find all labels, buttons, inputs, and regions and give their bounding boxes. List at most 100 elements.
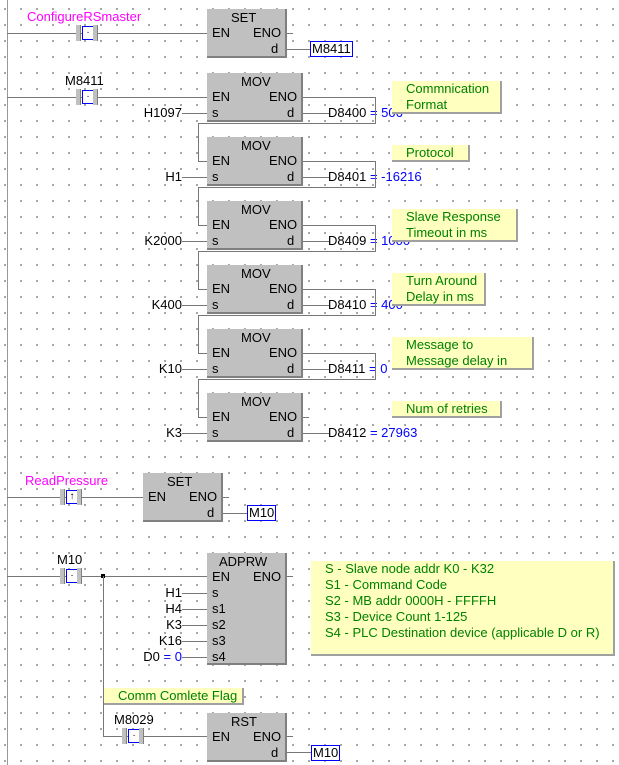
no-contact[interactable]: · — [76, 89, 98, 105]
comment-line: S2 - MB addr 0000H - FFFFH — [325, 593, 497, 608]
source-operand[interactable]: K10 — [159, 362, 182, 376]
mov-block[interactable]: MOV EN ENO s d — [207, 393, 303, 442]
rising-edge-contact[interactable]: ↑ — [60, 489, 82, 505]
set-block[interactable]: SET EN ENO d — [207, 9, 287, 58]
input-operand[interactable]: K16 — [159, 634, 182, 648]
pin-en: EN — [212, 345, 231, 360]
adprw-comment: S - Slave node addr K0 - K32 S1 - Comman… — [311, 561, 615, 656]
source-operand[interactable]: K400 — [152, 298, 182, 312]
instr-name: MOV — [241, 266, 271, 281]
pin-label: s1 — [212, 601, 226, 616]
adprw-block[interactable]: ADPRW EN ENO s s1 s2 s3 s4 — [207, 553, 287, 665]
comment-line: Turn Around — [406, 273, 478, 288]
pin-en: EN — [212, 153, 231, 168]
pin-en: EN — [212, 409, 231, 424]
instr-name: MOV — [241, 330, 271, 345]
pin-label: s4 — [212, 649, 226, 664]
rung-comment: Num of retries — [392, 401, 502, 418]
pin-eno: ENO — [269, 153, 298, 168]
instr-name: MOV — [241, 138, 271, 153]
pin-d: d — [271, 41, 279, 56]
comment-line: S1 - Command Code — [325, 577, 448, 592]
pin-s: s — [212, 169, 219, 184]
dest-operand[interactable]: D8411 = 0 — [328, 362, 387, 376]
comment-line: Timeout in ms — [406, 225, 488, 240]
rung-comment: Protocol — [392, 145, 470, 162]
no-contact[interactable]: · — [60, 568, 82, 584]
input-operand[interactable]: H4 — [165, 602, 182, 616]
monitor-value: 27963 — [381, 425, 418, 440]
pin-en: EN — [212, 569, 231, 584]
comment-line: Message to — [406, 337, 474, 352]
pin-eno: ENO — [269, 217, 298, 232]
pin-en: EN — [212, 281, 231, 296]
comment-line: Format — [406, 97, 448, 112]
instr-name: RST — [231, 714, 257, 729]
pin-s: s — [212, 361, 219, 376]
pin-d: d — [271, 745, 279, 760]
comment-line: Commnication — [406, 81, 490, 96]
left-power-rail — [7, 0, 8, 765]
pin-eno: ENO — [269, 409, 298, 424]
pin-d: d — [287, 361, 295, 376]
comment-line: Num of retries — [406, 401, 488, 416]
input-operand[interactable]: H1 — [165, 586, 182, 600]
pin-s: s — [212, 233, 219, 248]
mov-block[interactable]: MOV EN ENO s d — [207, 329, 303, 378]
comment-line: Slave Response — [406, 209, 501, 224]
instr-name: MOV — [241, 74, 271, 89]
comment-line: S3 - Device Count 1-125 — [325, 609, 468, 624]
pin-s: s — [212, 425, 219, 440]
wire — [7, 33, 207, 34]
rung-comment: Message to Message delay in — [392, 337, 534, 370]
no-contact[interactable]: · — [76, 25, 98, 41]
rung-comment: Turn Around Delay in ms — [392, 273, 486, 306]
mov-block[interactable]: MOV EN ENO s d — [207, 265, 303, 314]
mov-block[interactable]: MOV EN ENO s d — [207, 137, 303, 186]
contact-label: M8029 — [114, 712, 154, 727]
pin-eno: ENO — [253, 569, 282, 584]
instr-name: SET — [167, 474, 193, 489]
set-block[interactable]: SET EN ENO d — [143, 473, 223, 522]
dest-operand[interactable]: D8412 = 27963 — [328, 426, 417, 440]
comment-line: S4 - PLC Destination device (applicable … — [325, 625, 600, 640]
rst-block[interactable]: RST EN ENO d — [207, 713, 287, 762]
instr-name: MOV — [241, 394, 271, 409]
pin-eno: ENO — [269, 345, 298, 360]
monitor-value: -16216 — [381, 169, 422, 184]
mov-block[interactable]: MOV EN ENO s d — [207, 201, 303, 250]
output-device[interactable]: M8411 — [310, 41, 353, 57]
input-operand[interactable]: K3 — [166, 618, 182, 632]
source-operand[interactable]: H1097 — [144, 106, 182, 120]
mov-block[interactable]: MOV EN ENO s d — [207, 73, 303, 122]
pin-d: d — [207, 505, 215, 520]
input-operand[interactable]: D0 = 0 — [143, 650, 182, 664]
instr-name: MOV — [241, 202, 271, 217]
pin-label: s3 — [212, 633, 226, 648]
pin-eno: ENO — [269, 281, 298, 296]
rung-label: ReadPressure — [25, 473, 109, 488]
pin-en: EN — [212, 729, 231, 744]
monitor-value: 0 — [380, 361, 388, 376]
pin-en: EN — [212, 89, 231, 104]
output-device[interactable]: M10 — [311, 745, 341, 761]
ladder-editor[interactable]: ConfigureRSmaster · SET EN ENO d M8411 M… — [0, 0, 619, 765]
source-operand[interactable]: K3 — [166, 426, 182, 440]
pin-s: s — [212, 105, 219, 120]
comment-line: Protocol — [406, 145, 454, 160]
pin-label: s2 — [212, 617, 226, 632]
pin-en: EN — [212, 25, 231, 40]
comment-line: Message delay in — [406, 353, 508, 368]
contact-label: M8411 — [65, 73, 104, 88]
pin-en: EN — [212, 217, 231, 232]
instr-name: ADPRW — [219, 554, 268, 569]
pin-label: s — [212, 585, 219, 600]
output-device[interactable]: M10 — [247, 505, 277, 521]
instr-name: SET — [231, 10, 257, 25]
contact-label: M10 — [57, 552, 83, 567]
source-operand[interactable]: K2000 — [144, 234, 182, 248]
source-operand[interactable]: H1 — [165, 170, 182, 184]
pin-d: d — [287, 169, 295, 184]
no-contact[interactable]: · — [122, 728, 144, 744]
pin-d: d — [287, 297, 295, 312]
